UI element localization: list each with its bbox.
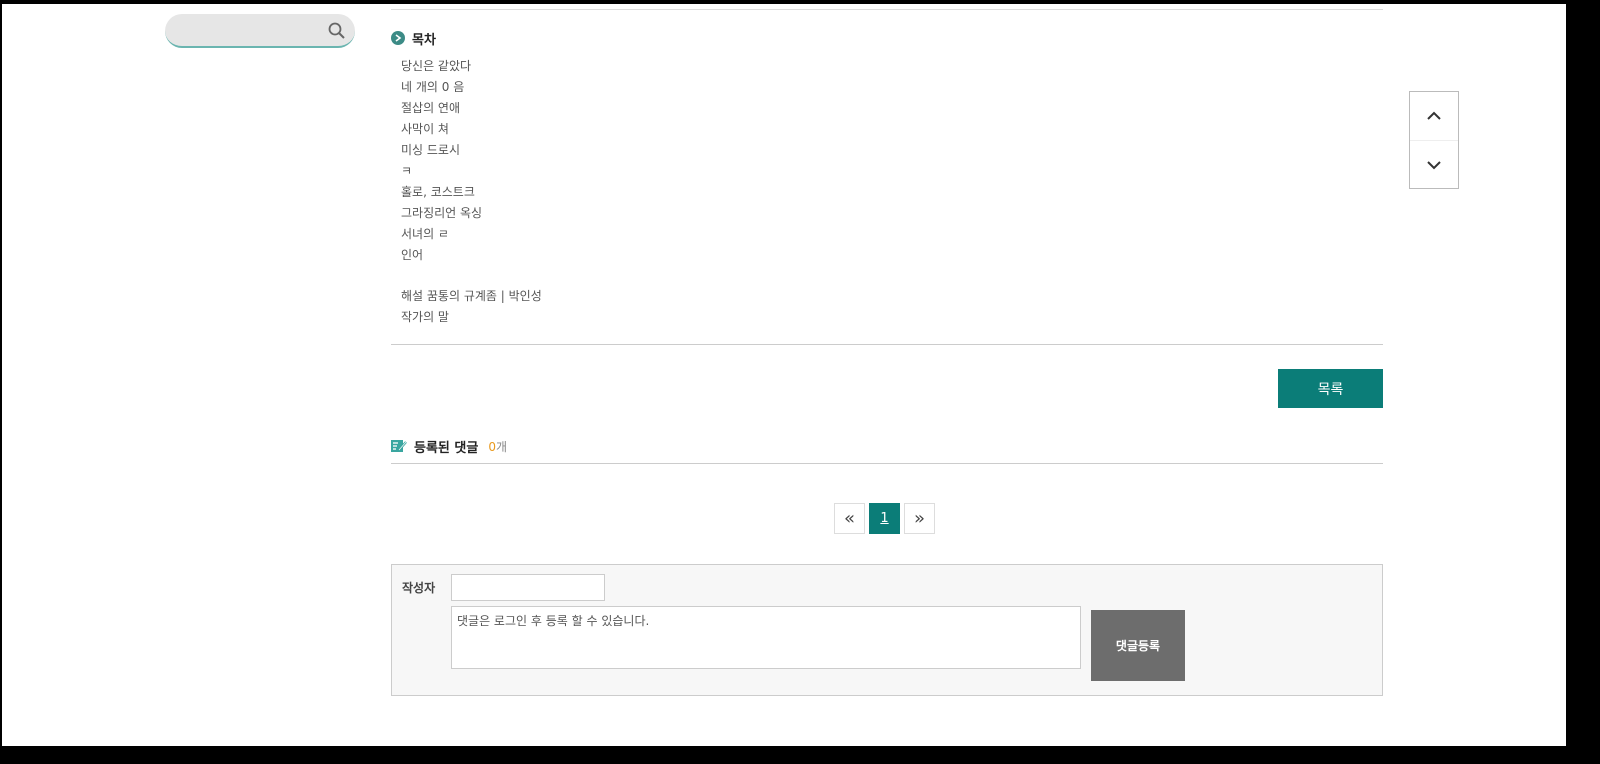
toc-heading: 목차 <box>391 28 436 48</box>
page-1-button[interactable]: 1 <box>869 503 900 534</box>
chevron-right-circle-icon <box>391 31 405 45</box>
toc-item: ㅋ <box>401 164 413 178</box>
submit-comment-button[interactable]: 댓글등록 <box>1091 610 1185 681</box>
search-icon[interactable] <box>327 21 347 41</box>
toc-item: 해설 꿈통의 규계좀 | 박인성 <box>401 289 542 303</box>
pagination: « 1 » <box>834 503 939 534</box>
comment-write-icon <box>391 440 407 452</box>
scroll-down-button[interactable] <box>1410 140 1458 189</box>
divider <box>391 9 1383 10</box>
toc-item: 당신은 같았다 <box>401 59 472 73</box>
toc-item: 그라징리언 옥싱 <box>401 206 483 220</box>
comment-form: 작성자 댓글은 로그인 후 등록 할 수 있습니다. 댓글등록 <box>391 564 1383 696</box>
toc-item: 사막이 쳐 <box>401 122 449 136</box>
toc-item: 절삽의 연애 <box>401 101 461 115</box>
comments-heading: 등록된 댓글 0개 <box>391 436 507 456</box>
chevron-down-icon <box>1427 161 1441 170</box>
scroll-controls <box>1409 91 1459 189</box>
toc-item: 홀로, 코스트크 <box>401 185 475 199</box>
comment-count-number: 0 <box>488 439 496 454</box>
comment-count-unit: 개 <box>495 439 508 454</box>
divider <box>391 344 1383 345</box>
comment-count: 0개 <box>488 438 507 455</box>
last-page-button[interactable]: » <box>904 503 935 534</box>
divider <box>391 463 1383 464</box>
author-input[interactable] <box>451 574 605 601</box>
chevron-up-icon <box>1427 111 1441 120</box>
toc-item: 서녀의 ㄹ <box>401 227 449 241</box>
toc-item: 네 개의 0 음 <box>401 80 465 94</box>
comment-textarea[interactable]: 댓글은 로그인 후 등록 할 수 있습니다. <box>451 606 1081 669</box>
search-input[interactable] <box>179 21 323 43</box>
search-box <box>165 14 355 48</box>
toc-item: 미싱 드로시 <box>401 143 461 157</box>
author-label: 작성자 <box>402 581 436 595</box>
toc-spacer <box>401 266 542 286</box>
list-button[interactable]: 목록 <box>1278 369 1383 408</box>
first-page-button[interactable]: « <box>834 503 865 534</box>
page-frame: 목차 당신은 같았다 네 개의 0 음 절삽의 연애 사막이 쳐 미싱 드로시 … <box>2 4 1566 746</box>
scroll-up-button[interactable] <box>1410 92 1458 140</box>
toc-list: 당신은 같았다 네 개의 0 음 절삽의 연애 사막이 쳐 미싱 드로시 ㅋ 홀… <box>401 56 542 328</box>
toc-item: 인어 <box>401 248 424 262</box>
toc-title: 목차 <box>412 32 436 48</box>
toc-item: 작가의 말 <box>401 310 449 324</box>
comments-title: 등록된 댓글 <box>414 440 479 456</box>
